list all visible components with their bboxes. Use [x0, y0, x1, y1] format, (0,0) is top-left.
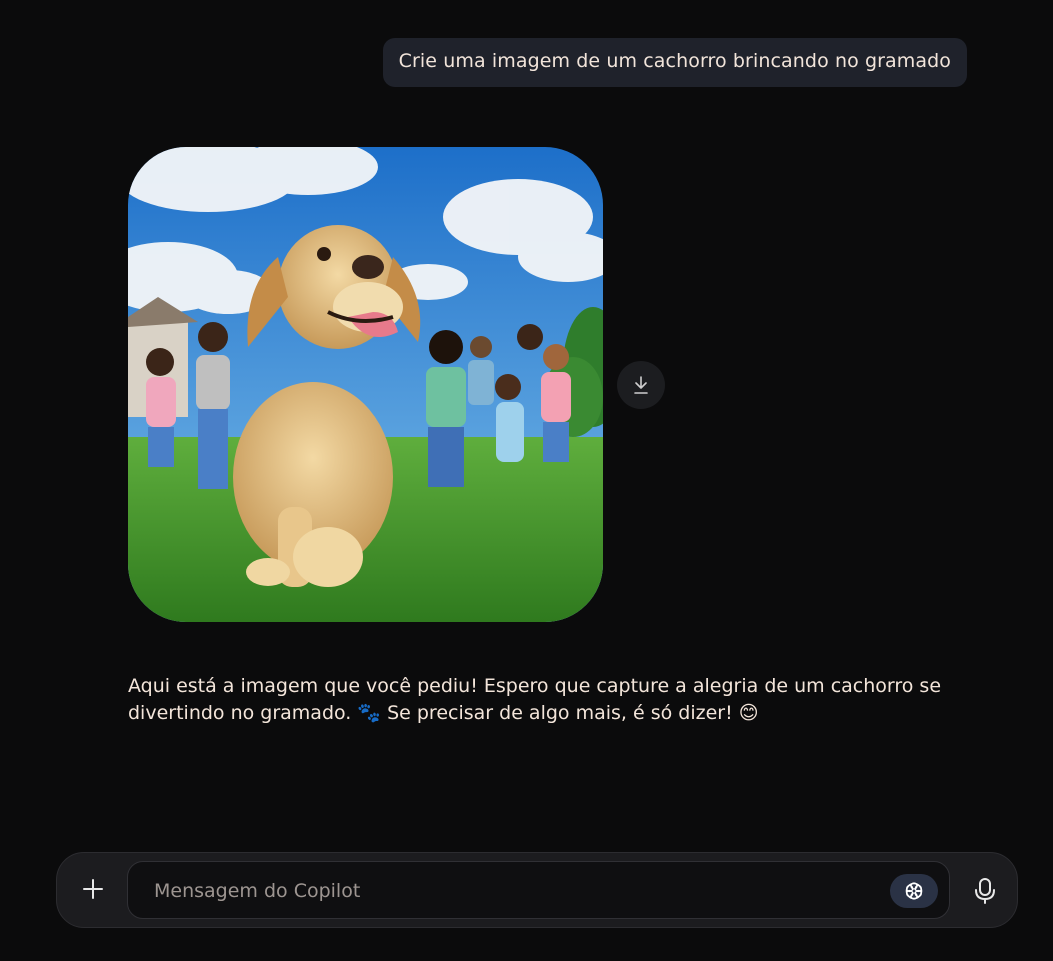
chat-page: Crie uma imagem de um cachorro brincando… [0, 0, 1053, 961]
add-attachment-button[interactable] [75, 871, 111, 907]
microphone-button[interactable] [967, 873, 1003, 909]
copilot-mode-icon [905, 882, 923, 900]
message-input-wrapper [127, 861, 950, 920]
message-input[interactable] [152, 862, 856, 920]
plus-icon [83, 879, 103, 899]
generated-image[interactable] [128, 147, 603, 622]
user-message-text: Crie uma imagem de um cachorro brincando… [398, 50, 951, 72]
assistant-message: Aqui está a imagem que você pediu! Esper… [128, 673, 988, 727]
microphone-icon [975, 878, 995, 904]
generated-image-graphic [128, 147, 603, 622]
composer [56, 852, 1018, 928]
assistant-message-text: Aqui está a imagem que você pediu! Esper… [128, 675, 942, 724]
download-image-button[interactable] [617, 361, 665, 409]
user-message-bubble: Crie uma imagem de um cachorro brincando… [382, 38, 967, 87]
download-arrow-icon [634, 376, 648, 394]
copilot-mode-button[interactable] [890, 874, 938, 908]
